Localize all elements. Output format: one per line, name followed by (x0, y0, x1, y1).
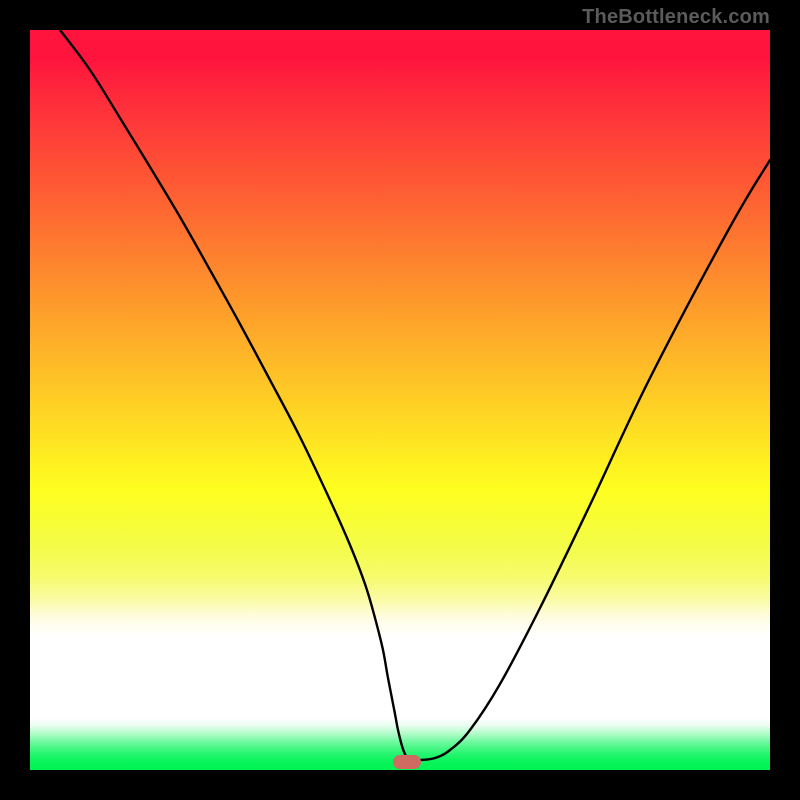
watermark-text: TheBottleneck.com (582, 6, 770, 29)
bottleneck-curve (30, 30, 770, 770)
minimum-marker (393, 755, 421, 769)
